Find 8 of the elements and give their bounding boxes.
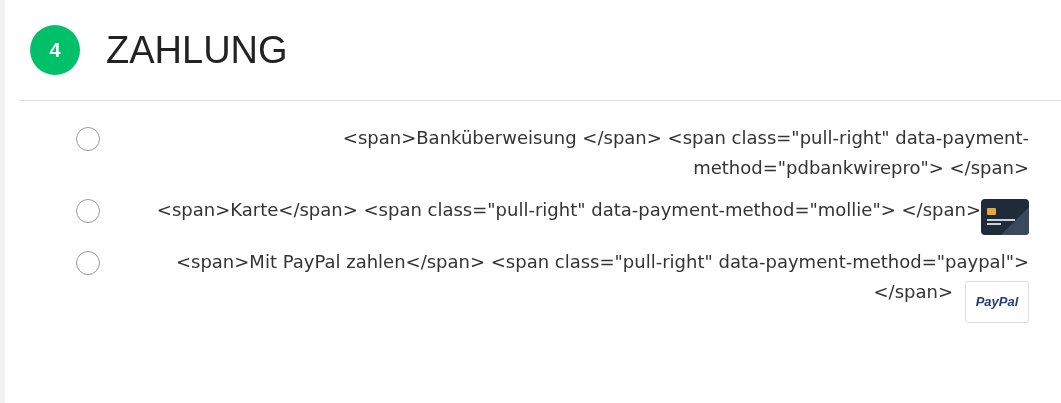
step-number-badge: 4 [30, 25, 80, 75]
credit-card-icon [981, 199, 1029, 235]
payment-method-label: <span>Banküberweisung </span> <span class="pull-right" data-payment-method="pdbankwirepro"> </span> [342, 127, 1029, 178]
radio-button[interactable] [76, 127, 100, 151]
section-title: ZAHLUNG [106, 28, 288, 72]
radio-button[interactable] [76, 199, 100, 223]
payment-method-label: <span>Karte</span> <span class="pull-right" data-payment-method="mollie"> </span> [156, 199, 981, 220]
radio-button[interactable] [76, 251, 100, 275]
